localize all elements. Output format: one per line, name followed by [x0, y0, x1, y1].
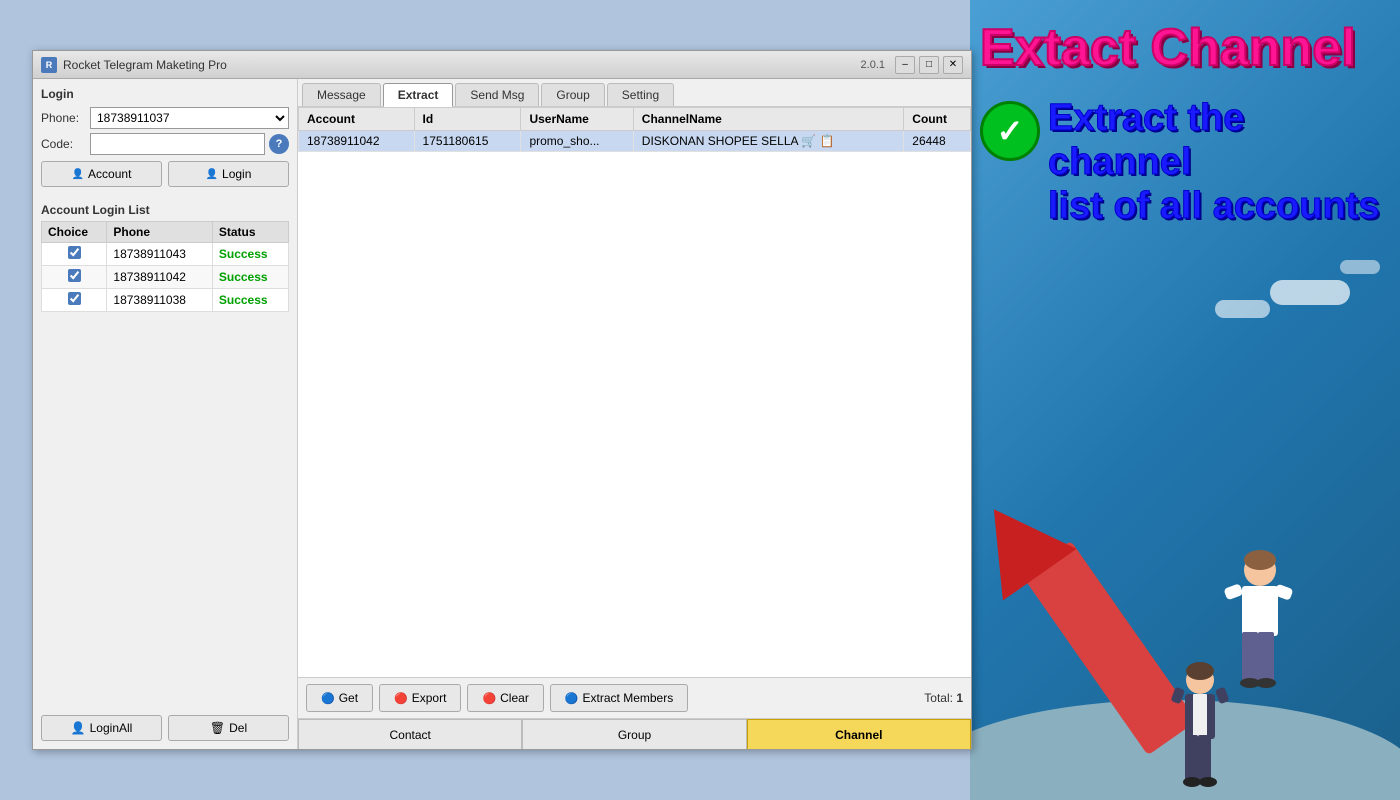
maximize-button[interactable]: □ — [919, 56, 939, 74]
phone-row: Phone: 18738911037 — [41, 107, 289, 129]
check-icon: ✓ — [997, 112, 1024, 150]
get-icon: 🔵 — [321, 692, 335, 705]
col-username: UserName — [521, 108, 633, 131]
col-count: Count — [904, 108, 971, 131]
promo-panel: Extact Channel ✓ Extract the channellist… — [970, 0, 1400, 800]
code-input[interactable] — [90, 133, 265, 155]
login-all-button[interactable]: 👤 LoginAll — [41, 715, 162, 741]
login-section: Login Phone: 18738911037 Code: ? 👤 Accou… — [41, 87, 289, 187]
account-row: 18738911043 Success — [42, 243, 289, 266]
account-phone: 18738911038 — [107, 289, 212, 312]
channel-name: DISKONAN SHOPEE SELLA 🛒 📋 — [633, 131, 904, 152]
tab-setting[interactable]: Setting — [607, 83, 674, 106]
col-phone: Phone — [107, 222, 212, 243]
extract-members-icon: 🔵 — [565, 692, 579, 705]
account-status: Success — [212, 243, 288, 266]
left-panel: Login Phone: 18738911037 Code: ? 👤 Accou… — [33, 79, 298, 749]
account-row: 18738911042 Success — [42, 266, 289, 289]
app-title: Rocket Telegram Maketing Pro — [63, 58, 861, 72]
col-account: Account — [299, 108, 415, 131]
account-checkbox[interactable] — [68, 246, 81, 259]
cloud-2 — [1215, 300, 1270, 318]
tab-send-msg[interactable]: Send Msg — [455, 83, 539, 106]
checkbox-cell — [42, 289, 107, 312]
bottom-tab-channel[interactable]: Channel — [747, 719, 971, 749]
channel-count: 26448 — [904, 131, 971, 152]
channel-row[interactable]: 18738911042 1751180615 promo_sho... DISK… — [299, 131, 971, 152]
bottom-tab-contact[interactable]: Contact — [298, 719, 522, 749]
export-icon: 🔴 — [394, 692, 408, 705]
app-icon: R — [41, 57, 57, 73]
code-label: Code: — [41, 137, 86, 151]
cloud-1 — [1270, 280, 1350, 305]
export-button[interactable]: 🔴 Export — [379, 684, 461, 712]
left-bottom: 👤 LoginAll 🗑 Del — [41, 707, 289, 741]
account-row: 18738911038 Success — [42, 289, 289, 312]
get-button[interactable]: 🔵 Get — [306, 684, 373, 712]
account-status: Success — [212, 289, 288, 312]
title-bar: R Rocket Telegram Maketing Pro 2.0.1 – □… — [33, 51, 971, 79]
close-button[interactable]: ✕ — [943, 56, 963, 74]
account-checkbox[interactable] — [68, 269, 81, 282]
checkbox-cell — [42, 266, 107, 289]
login-buttons: 👤 Account 👤 Login — [41, 161, 289, 187]
clear-icon: 🔴 — [482, 692, 496, 705]
window-body: Login Phone: 18738911037 Code: ? 👤 Accou… — [33, 79, 971, 749]
account-phone: 18738911043 — [107, 243, 212, 266]
channel-table: Account Id UserName ChannelName Count 18… — [298, 107, 971, 152]
help-button[interactable]: ? — [269, 134, 289, 154]
login-icon: 👤 — [206, 169, 218, 180]
clear-button[interactable]: 🔴 Clear — [467, 684, 543, 712]
promo-subtitle: Extract the channellist of all accounts — [1048, 97, 1390, 228]
account-checkbox[interactable] — [68, 292, 81, 305]
bottom-tabs: Contact Group Channel — [298, 718, 971, 749]
data-area: Account Id UserName ChannelName Count 18… — [298, 107, 971, 677]
account-button[interactable]: 👤 Account — [41, 161, 162, 187]
col-channelname: ChannelName — [633, 108, 904, 131]
main-window: R Rocket Telegram Maketing Pro 2.0.1 – □… — [32, 50, 972, 750]
tab-bar: Message Extract Send Msg Group Setting — [298, 79, 971, 107]
account-list-title: Account Login List — [41, 203, 289, 217]
account-table: Choice Phone Status 18738911043 Success … — [41, 221, 289, 312]
code-row: Code: ? — [41, 133, 289, 155]
promo-title: Extact Channel — [970, 0, 1400, 87]
cloud-3 — [1340, 260, 1380, 274]
main-area: Message Extract Send Msg Group Setting A… — [298, 79, 971, 749]
tab-extract[interactable]: Extract — [383, 83, 454, 107]
total-label: Total: 1 — [924, 691, 963, 705]
promo-subtitle-wrapper: ✓ Extract the channellist of all account… — [970, 87, 1400, 238]
account-status: Success — [212, 266, 288, 289]
app-version: 2.0.1 — [861, 59, 885, 71]
tab-message[interactable]: Message — [302, 83, 381, 106]
col-id: Id — [414, 108, 521, 131]
login-button[interactable]: 👤 Login — [168, 161, 289, 187]
channel-account: 18738911042 — [299, 131, 415, 152]
check-circle: ✓ — [980, 101, 1040, 161]
tab-group[interactable]: Group — [541, 83, 604, 106]
channel-username: promo_sho... — [521, 131, 633, 152]
col-choice: Choice — [42, 222, 107, 243]
extract-members-button[interactable]: 🔵 Extract Members — [550, 684, 688, 712]
phone-label: Phone: — [41, 111, 86, 125]
login-all-icon: 👤 — [71, 721, 86, 735]
main-bottom: 🔵 Get 🔴 Export 🔴 Clear 🔵 Extract Members… — [298, 677, 971, 718]
del-button[interactable]: 🗑 Del — [168, 715, 289, 741]
checkbox-cell — [42, 243, 107, 266]
arrow-illustration — [970, 380, 1400, 800]
channel-id: 1751180615 — [414, 131, 521, 152]
login-title: Login — [41, 87, 289, 101]
account-phone: 18738911042 — [107, 266, 212, 289]
minimize-button[interactable]: – — [895, 56, 915, 74]
bottom-tab-group[interactable]: Group — [522, 719, 746, 749]
col-status: Status — [212, 222, 288, 243]
del-icon: 🗑 — [210, 721, 225, 735]
person-icon: 👤 — [72, 169, 84, 180]
phone-select[interactable]: 18738911037 — [90, 107, 289, 129]
window-controls: – □ ✕ — [895, 56, 963, 74]
